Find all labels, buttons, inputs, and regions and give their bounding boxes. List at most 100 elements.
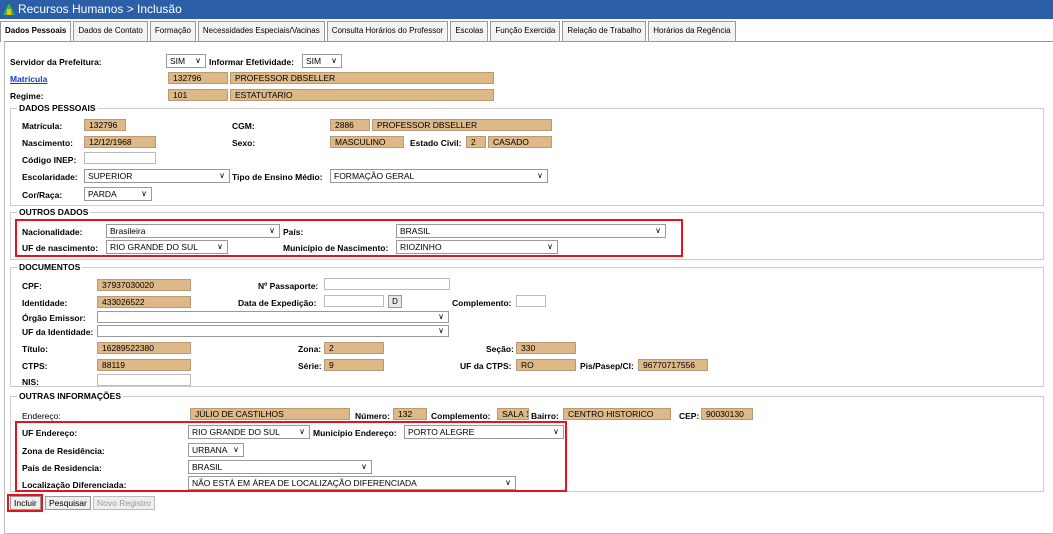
expedicao-label: Data de Expedição: [238, 298, 317, 308]
escolaridade-label: Escolaridade: [22, 172, 78, 182]
servidor-label: Servidor da Prefeitura: [10, 57, 102, 67]
uf-identidade-label: UF da Identidade: [22, 327, 94, 337]
endereco-field: JÚLIO DE CASTILHOS [190, 408, 350, 420]
tab-relacao-de-trabalho[interactable]: Relação de Trabalho [562, 21, 647, 41]
app-logo-icon [3, 3, 15, 15]
regime-name-field: ESTATUTARIO [230, 89, 494, 101]
pis-field: 96770717556 [638, 359, 708, 371]
municipio-nascimento-select[interactable]: RIOZINHO ∨ [396, 240, 558, 254]
ensino-medio-label: Tipo de Ensino Médio: [232, 172, 323, 182]
matricula-name-field: PROFESSOR DBSELLER [230, 72, 494, 84]
orgao-label: Órgão Emissor: [22, 313, 86, 323]
pesquisar-button[interactable]: Pesquisar [45, 496, 91, 510]
inep-input[interactable] [84, 152, 156, 164]
tab-dados-pessoais[interactable]: Dados Pessoais [0, 21, 72, 42]
tab-dados-de-contato[interactable]: Dados de Contato [73, 21, 148, 41]
nascimento-field: 12/12/1968 [84, 136, 156, 148]
novo-registro-button[interactable]: Novo Registro [93, 496, 155, 510]
efetividade-select[interactable]: SIM ∨ [302, 54, 342, 68]
inep-label: Código INEP: [22, 155, 77, 165]
pais-residencia-select[interactable]: BRASIL ∨ [188, 460, 372, 474]
sexo-field: MASCULINO [330, 136, 404, 148]
uf-identidade-select[interactable]: ∨ [97, 325, 449, 337]
pis-label: Pis/Pasep/CI: [580, 361, 634, 371]
serie-field: 9 [324, 359, 384, 371]
estado-civil-code-field: 2 [466, 136, 486, 148]
chevron-down-icon: ∨ [331, 56, 337, 65]
cor-label: Cor/Raça: [22, 190, 63, 200]
uf-endereco-label: UF Endereço: [22, 428, 78, 438]
chevron-down-icon: ∨ [299, 427, 305, 436]
pais-select[interactable]: BRASIL ∨ [396, 224, 666, 238]
secao-field: 330 [516, 342, 576, 354]
cgm-name-field: PROFESSOR DBSELLER [372, 119, 552, 131]
zona-field: 2 [324, 342, 384, 354]
chevron-down-icon: ∨ [361, 462, 367, 471]
matricula-link[interactable]: Matrícula [10, 73, 47, 85]
localizacao-select[interactable]: NÃO ESTÁ EM ÁREA DE LOCALIZAÇÃO DIFERENC… [188, 476, 516, 490]
cgm-label: CGM: [232, 121, 255, 131]
pais-residencia-label: País de Residencia: [22, 463, 102, 473]
tab-horarios-regencia[interactable]: Horários da Regência [648, 21, 736, 41]
zona-residencia-select[interactable]: URBANA ∨ [188, 443, 244, 457]
chevron-down-icon: ∨ [233, 445, 239, 454]
municipio-endereco-select[interactable]: PORTO ALEGRE ∨ [404, 425, 564, 439]
tab-funcao-exercida[interactable]: Função Exercida [490, 21, 561, 41]
chevron-down-icon: ∨ [655, 226, 661, 235]
nacionalidade-label: Nacionalidade: [22, 227, 83, 237]
uf-endereco-select[interactable]: RIO GRANDE DO SUL ∨ [188, 425, 310, 439]
cep-label: CEP: [679, 411, 700, 421]
chevron-down-icon: ∨ [217, 242, 223, 251]
ctps-field: 88119 [97, 359, 191, 371]
expedicao-input[interactable] [324, 295, 384, 307]
servidor-select[interactable]: SIM ∨ [166, 54, 206, 68]
cor-select[interactable]: PARDA ∨ [84, 187, 152, 201]
uf-nascimento-select[interactable]: RIO GRANDE DO SUL ∨ [106, 240, 228, 254]
secao-label: Seção: [486, 344, 514, 354]
incluir-button[interactable]: Incluir [10, 496, 41, 510]
cpf-label: CPF: [22, 281, 42, 291]
numero-field: 132 [393, 408, 427, 420]
matricula-code-field[interactable]: 132796 [168, 72, 228, 84]
efetividade-label: Informar Efetividade: [209, 57, 295, 67]
estado-civil-field: CASADO [488, 136, 552, 148]
uf-ctps-field: RO [516, 359, 576, 371]
municipio-endereco-label: Município Endereço: [313, 428, 397, 438]
chevron-down-icon: ∨ [537, 171, 543, 180]
tab-necessidades-especiais[interactable]: Necessidades Especiais/Vacinas [197, 21, 325, 41]
tab-escolas[interactable]: Escolas [450, 21, 489, 41]
nacionalidade-select[interactable]: Brasileira ∨ [106, 224, 280, 238]
ensino-medio-select[interactable]: FORMAÇÃO GERAL ∨ [330, 169, 548, 183]
chevron-down-icon: ∨ [505, 478, 511, 487]
cpf-field: 37937030020 [97, 279, 191, 291]
dados-pessoais-legend: DADOS PESSOAIS [17, 103, 98, 114]
chevron-down-icon: ∨ [269, 226, 275, 235]
regime-code-field[interactable]: 101 [168, 89, 228, 101]
doc-complemento-label: Complemento: [452, 298, 512, 308]
tab-consulta-horarios[interactable]: Consulta Horários do Professor [326, 21, 449, 41]
pais-label: País: [283, 227, 304, 237]
tab-bar: Dados Pessoais Dados de Contato Formação… [0, 21, 738, 42]
doc-complemento-input[interactable] [516, 295, 546, 307]
outras-informacoes-legend: OUTRAS INFORMAÇÕES [17, 391, 123, 402]
window-title: Recursos Humanos > Inclusão [18, 2, 182, 16]
identidade-field: 433026522 [97, 296, 191, 308]
outros-dados-legend: OUTROS DADOS [17, 207, 91, 218]
date-picker-button[interactable]: D [388, 295, 402, 308]
tab-formacao[interactable]: Formação [149, 21, 196, 41]
localizacao-label: Localização Diferenciada: [22, 480, 127, 490]
escolaridade-select[interactable]: SUPERIOR ∨ [84, 169, 230, 183]
orgao-select[interactable]: ∨ [97, 311, 449, 323]
passaporte-input[interactable] [324, 278, 450, 290]
dp-matricula-label: Matrícula: [22, 121, 63, 131]
zona-residencia-label: Zona de Residência: [22, 446, 105, 456]
nis-input[interactable] [97, 374, 191, 386]
serie-label: Série: [298, 361, 322, 371]
nascimento-label: Nascimento: [22, 138, 74, 148]
identidade-label: Identidade: [22, 298, 68, 308]
zona-label: Zona: [298, 344, 322, 354]
ctps-label: CTPS: [22, 361, 48, 371]
uf-ctps-label: UF da CTPS: [460, 361, 512, 371]
endereco-complemento-field: SALA 1 [497, 408, 529, 420]
bairro-field: CENTRO HISTORICO [563, 408, 671, 420]
